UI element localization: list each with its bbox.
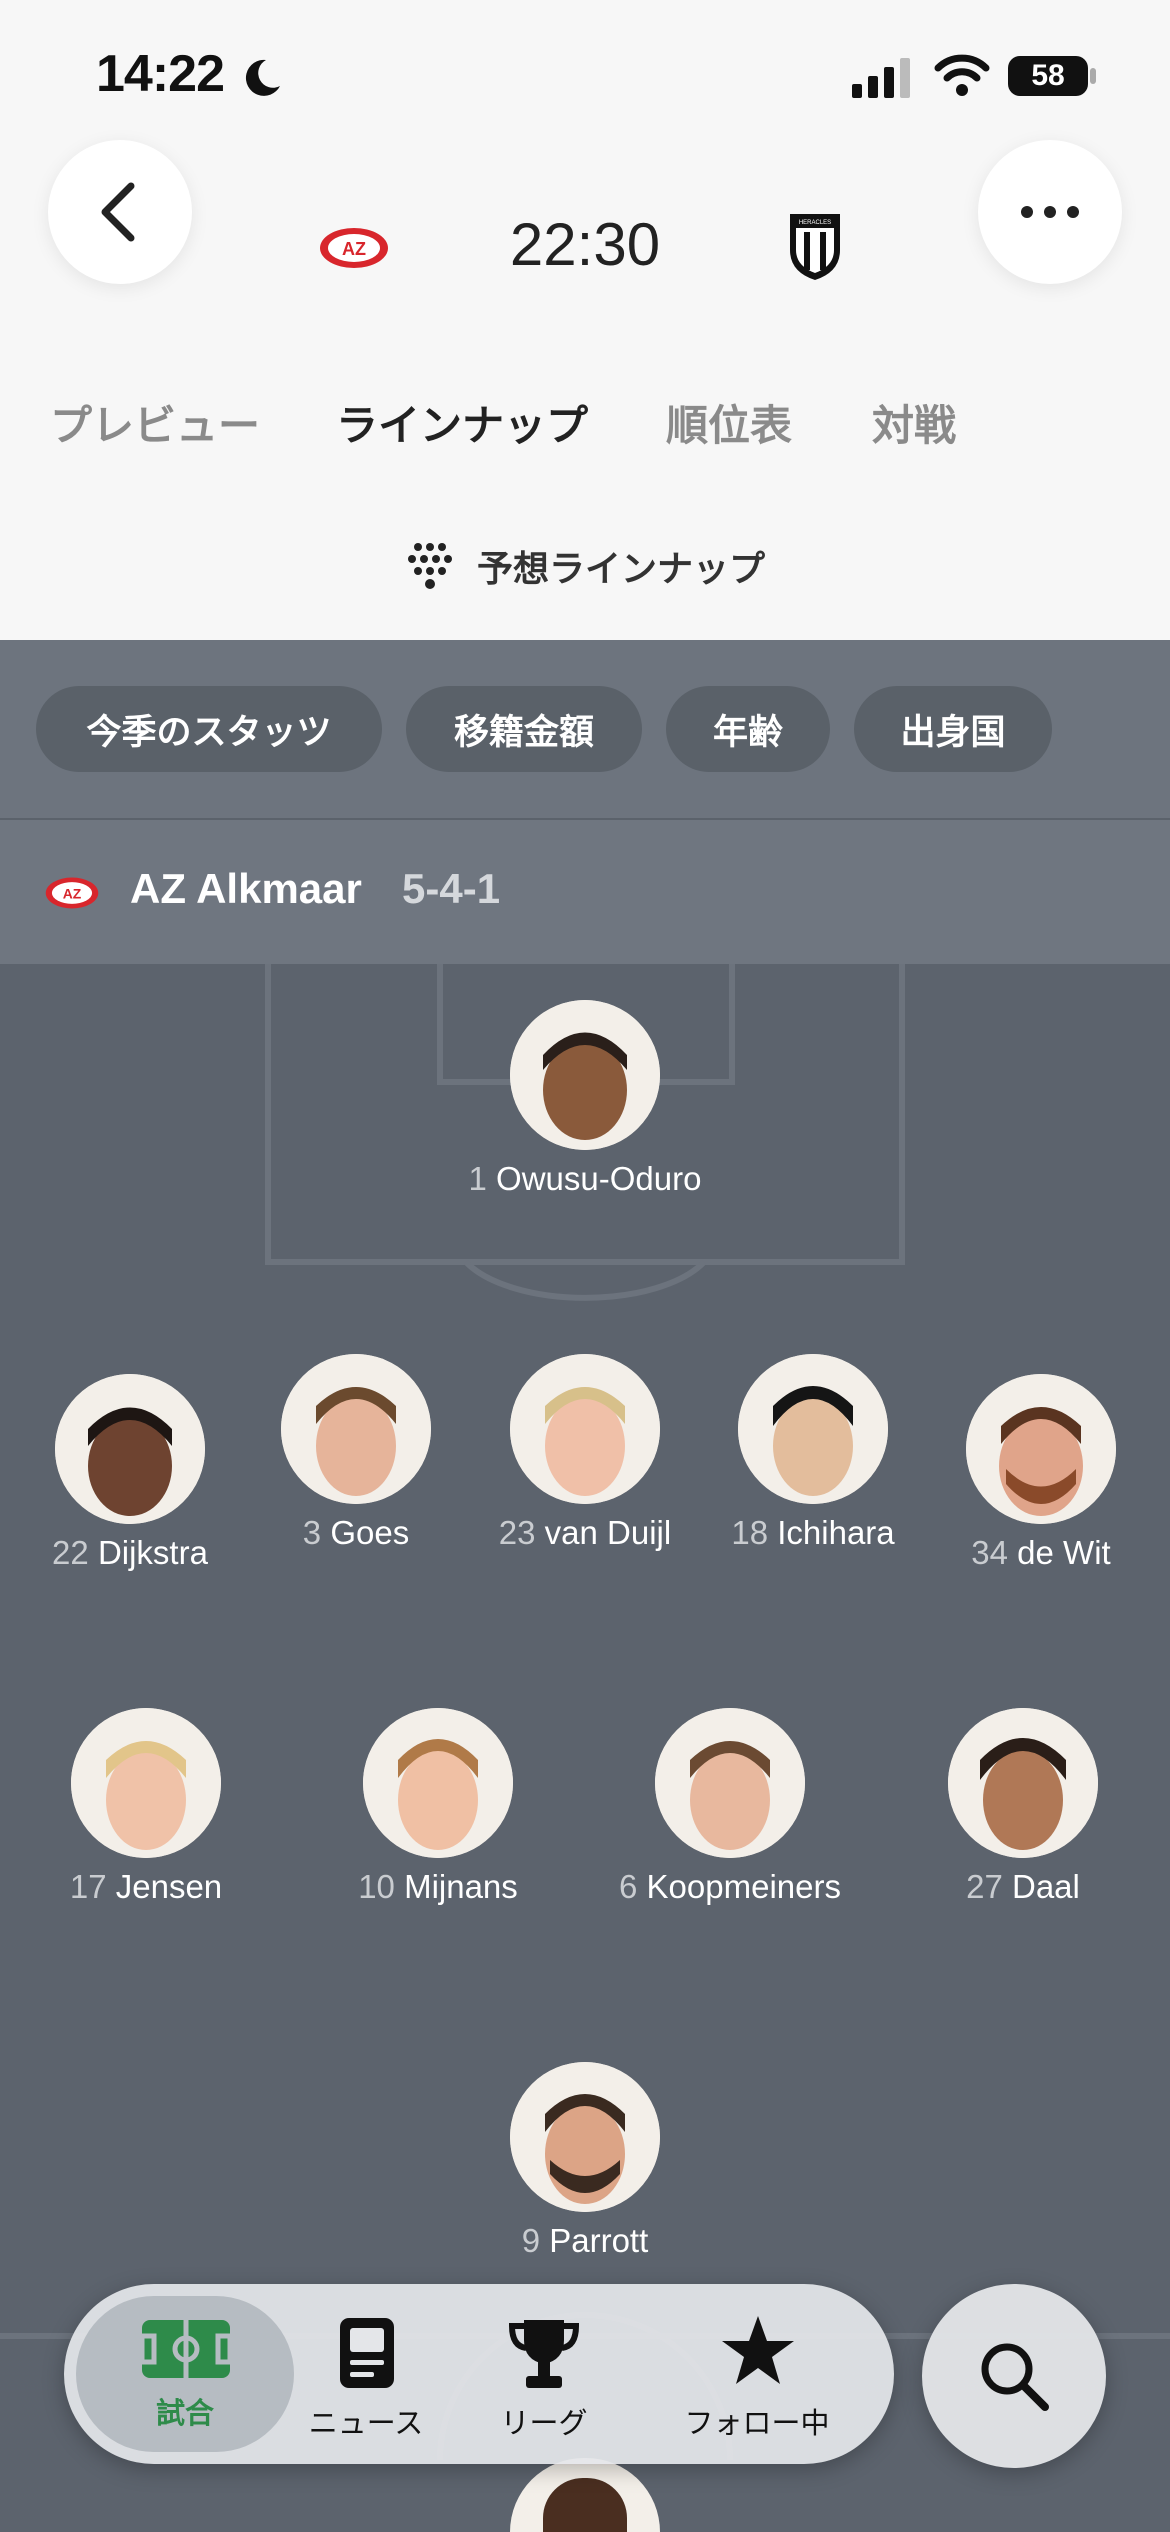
- nav-matches[interactable]: 試合: [76, 2296, 294, 2452]
- signal-icon: [852, 58, 910, 98]
- search-icon: [981, 2343, 1049, 2411]
- player-number: 22: [52, 1534, 89, 1571]
- player-card[interactable]: 10 Mijnans: [308, 1708, 568, 1906]
- player-number: 6: [619, 1868, 638, 1905]
- player-number: 27: [966, 1868, 1003, 1905]
- player-card[interactable]: 6 Koopmeiners: [600, 1708, 860, 1906]
- tab-head-to-head[interactable]: 対戦: [872, 392, 956, 453]
- pitch-icon: [140, 2320, 232, 2378]
- nav-league-label: リーグ: [500, 2406, 588, 2440]
- player-photo: [948, 1708, 1098, 1858]
- predicted-lineup-label[interactable]: 予想ラインナップ: [0, 540, 1170, 592]
- battery-icon: 58: [1008, 56, 1088, 96]
- nav-following[interactable]: フォロー中: [658, 2284, 856, 2464]
- player-photo: [510, 1354, 660, 1504]
- nav-league[interactable]: リーグ: [464, 2284, 624, 2464]
- formation-dots-icon: [407, 543, 452, 589]
- team-name: AZ Alkmaar: [130, 865, 362, 912]
- tab-standings[interactable]: 順位表: [666, 392, 792, 453]
- player-photo: [510, 2062, 660, 2212]
- battery-tip: [1090, 68, 1096, 84]
- player-photo: [281, 1354, 431, 1504]
- nav-news[interactable]: ニュース: [286, 2284, 446, 2464]
- filter-transfer-value[interactable]: 移籍金額: [406, 686, 642, 772]
- filter-season-stats[interactable]: 今季のスタッツ: [36, 686, 382, 772]
- player-card[interactable]: 18 Ichihara: [683, 1354, 943, 1552]
- trophy-icon: [508, 2320, 580, 2388]
- team-logo: AZ: [45, 877, 99, 909]
- bottom-nav: 試合 ニュース リーグ フォロー中: [64, 2284, 894, 2464]
- kickoff-time: 22:30: [509, 211, 661, 278]
- filter-age[interactable]: 年齢: [666, 686, 830, 772]
- news-icon: [340, 2318, 394, 2388]
- tab-preview[interactable]: プレビュー: [50, 392, 260, 453]
- battery-level: 58: [1031, 59, 1065, 92]
- player-name: Koopmeiners: [646, 1868, 841, 1905]
- wifi-icon: [934, 54, 990, 96]
- player-name: Goes: [330, 1514, 410, 1551]
- player-card[interactable]: 1 Owusu-Oduro: [455, 1000, 715, 1198]
- player-photo: [55, 1374, 205, 1524]
- player-name: de Wit: [1017, 1534, 1111, 1571]
- player-number: 3: [302, 1514, 322, 1551]
- player-card[interactable]: 23 van Duijl: [455, 1354, 715, 1552]
- player-card[interactable]: 27 Daal: [893, 1708, 1153, 1906]
- formation: 5-4-1: [402, 865, 501, 912]
- player-name: Owusu-Oduro: [496, 1160, 702, 1197]
- player-name: Parrott: [549, 2222, 649, 2259]
- player-number: 23: [498, 1514, 536, 1551]
- status-time: 14:22: [96, 45, 225, 103]
- player-number: 18: [731, 1514, 769, 1551]
- player-card[interactable]: 22 Dijkstra: [0, 1374, 260, 1572]
- search-button[interactable]: [922, 2284, 1106, 2468]
- star-icon: [722, 2316, 794, 2384]
- player-number: 1: [468, 1160, 487, 1197]
- away-badge-text: HERACLES: [799, 220, 831, 226]
- moon-icon: [245, 59, 280, 96]
- player-photo: [966, 1374, 1116, 1524]
- player-number: 34: [971, 1534, 1008, 1571]
- player-name: Dijkstra: [97, 1534, 208, 1571]
- nav-matches-label: 試合: [155, 2396, 214, 2430]
- player-card[interactable]: 3 Goes: [226, 1354, 486, 1552]
- away-team-logo[interactable]: HERACLES: [788, 210, 842, 282]
- player-name: van Duijl: [544, 1514, 672, 1551]
- nav-news-label: ニュース: [308, 2406, 424, 2440]
- player-card[interactable]: 34 de Wit: [911, 1374, 1170, 1572]
- player-name: Daal: [1012, 1868, 1080, 1905]
- player-card[interactable]: 9 Parrott: [455, 2062, 715, 2260]
- player-photo: [655, 1708, 805, 1858]
- team-badge-text: AZ: [63, 885, 82, 901]
- player-number: 17: [69, 1868, 107, 1905]
- player-name: Jensen: [115, 1868, 223, 1905]
- player-number: 10: [358, 1868, 395, 1905]
- player-photo: [510, 1000, 660, 1150]
- filter-nationality[interactable]: 出身国: [854, 686, 1052, 772]
- tab-lineup[interactable]: ラインナップ: [336, 392, 588, 453]
- player-name: Mijnans: [404, 1868, 518, 1905]
- player-photo: [71, 1708, 221, 1858]
- nav-following-label: フォロー中: [684, 2406, 830, 2440]
- player-name: Ichihara: [777, 1514, 895, 1551]
- player-number: 9: [521, 2222, 541, 2259]
- player-photo: [738, 1354, 888, 1504]
- player-card[interactable]: 17 Jensen: [16, 1708, 276, 1906]
- player-photo: [363, 1708, 513, 1858]
- predicted-lineup-text: 予想ラインナップ: [476, 549, 765, 590]
